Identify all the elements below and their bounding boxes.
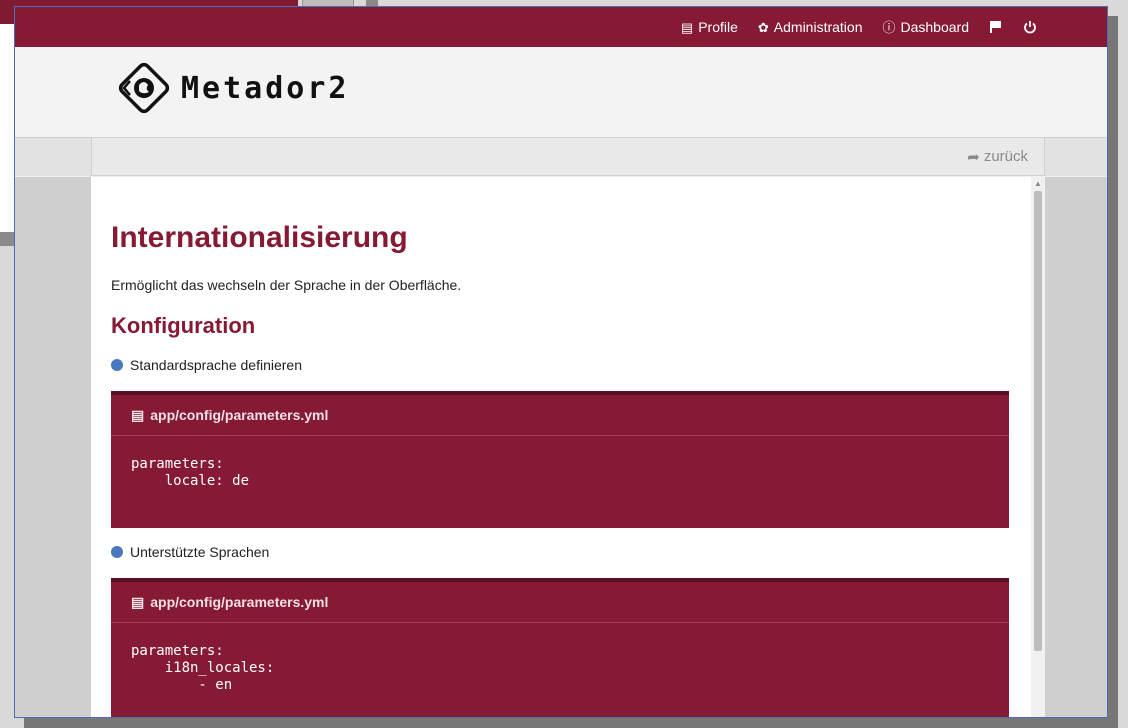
scroll-up-icon[interactable]: ▲ xyxy=(1034,179,1042,188)
top-navbar: ▤ Profile ✿ Administration ⓘ Dashboard xyxy=(15,7,1107,47)
page-title: Internationalisierung xyxy=(111,221,408,254)
nav-profile[interactable]: ▤ Profile xyxy=(681,19,738,35)
share-icon: ➦ xyxy=(967,148,980,166)
nav-profile-label: Profile xyxy=(698,19,738,35)
code-block: ▤ app/config/parameters.yml parameters: … xyxy=(111,578,1009,717)
logo-icon xyxy=(118,62,170,114)
top-nav: ▤ Profile ✿ Administration ⓘ Dashboard xyxy=(681,7,1037,47)
vertical-scrollbar[interactable]: ▲ xyxy=(1031,177,1045,717)
power-icon xyxy=(1024,21,1036,34)
browser-window: ▤ Profile ✿ Administration ⓘ Dashboard M… xyxy=(14,6,1108,718)
content-row: Internationalisierung Ermöglicht das wec… xyxy=(15,177,1107,717)
subbar-right-gutter xyxy=(1044,138,1107,176)
content-right-gutter xyxy=(1045,177,1107,717)
subbar-left-gutter xyxy=(15,138,92,176)
subbar-main: ➦ zurück xyxy=(92,138,1044,176)
back-link-label: zurück xyxy=(983,148,1028,165)
sub-toolbar: ➦ zurück xyxy=(15,138,1107,176)
bullet-item: Standardsprache definieren xyxy=(111,357,1009,373)
code-file-name: app/config/parameters.yml xyxy=(150,594,329,610)
nav-dashboard[interactable]: ⓘ Dashboard xyxy=(882,19,969,35)
file-icon: ▤ xyxy=(131,593,145,610)
nav-administration[interactable]: ✿ Administration xyxy=(758,19,863,35)
bullet-label: Standardsprache definieren xyxy=(130,357,303,373)
code-content: parameters: i18n_locales: - en xyxy=(131,643,275,693)
bullet-dot xyxy=(111,546,123,558)
flag-icon xyxy=(990,21,1001,33)
logout-button[interactable] xyxy=(1023,20,1037,34)
gear-icon: ✿ xyxy=(757,19,769,35)
main-content: Internationalisierung Ermöglicht das wec… xyxy=(91,177,1045,717)
scrollbar-thumb[interactable] xyxy=(1034,191,1042,651)
back-link[interactable]: ➦ zurück xyxy=(967,148,1028,166)
code-block-header: ▤ app/config/parameters.yml xyxy=(111,395,1009,436)
nav-dashboard-label: Dashboard xyxy=(900,19,970,35)
info-icon: ⓘ xyxy=(882,19,896,35)
code-block: ▤ app/config/parameters.yml parameters: … xyxy=(111,391,1009,528)
code-file-name: app/config/parameters.yml xyxy=(150,407,329,423)
bullet-label: Unterstützte Sprachen xyxy=(130,544,270,560)
language-flag-button[interactable] xyxy=(989,20,1003,34)
list-icon: ▤ xyxy=(680,19,694,35)
page-description: Ermöglicht das wechseln der Sprache in d… xyxy=(111,277,462,293)
bullet-dot xyxy=(111,359,123,371)
file-icon: ▤ xyxy=(131,406,145,423)
nav-administration-label: Administration xyxy=(773,19,863,35)
logo-text: Metador2 xyxy=(181,70,350,106)
code-content: parameters: locale: de xyxy=(131,456,250,489)
bullet-item: Unterstützte Sprachen xyxy=(111,544,1009,560)
code-block-header: ▤ app/config/parameters.yml xyxy=(111,582,1009,623)
logo[interactable]: Metador2 xyxy=(115,59,350,117)
section-title: Konfiguration xyxy=(111,313,256,338)
site-header: Metador2 xyxy=(15,47,1107,138)
content-left-gutter xyxy=(15,177,91,717)
